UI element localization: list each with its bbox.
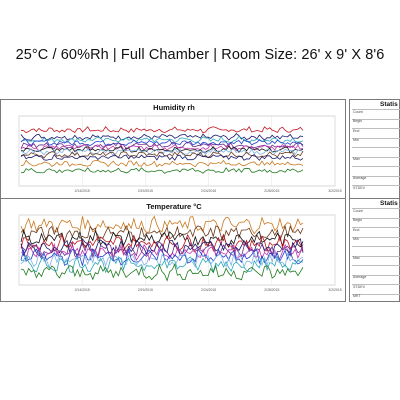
x-tick-label: 2/19/2015 <box>138 189 153 193</box>
x-tick-label: 2/24/2015 <box>201 288 216 292</box>
stats-row-label: MKT <box>353 294 361 298</box>
stats-row-divider <box>352 137 400 139</box>
stats-title: Statis <box>380 101 398 108</box>
stats-row-label: Max <box>353 157 360 161</box>
x-tick-label: 2/14/2015 <box>75 189 90 193</box>
stats-row-label: End <box>353 128 360 133</box>
x-tick-label: 2/24/2015 <box>201 189 216 193</box>
stats-row-label: Min <box>353 138 359 142</box>
stats-row-divider <box>352 166 400 167</box>
stats-panel-humidity: Statis Count Begin End Min Max Average STDEV <box>349 99 400 203</box>
stats-row-divider <box>352 265 400 266</box>
stats-row-label: Begin <box>353 218 363 222</box>
stats-row-label: Count <box>353 109 363 114</box>
temperature-chart-panel: Temperature °C 2/14/2015 2/19/2015 2/24/20… <box>0 198 346 302</box>
stats-row-label: Max <box>353 256 360 260</box>
x-tick-label: 2/14/2015 <box>75 288 90 292</box>
x-tick-label: 2/28/2015 <box>264 288 279 292</box>
stats-row-divider <box>352 246 400 247</box>
stats-panel-temperature: Statis Count Begin End Min Max Average STDEV MK… <box>349 198 400 302</box>
stats-row-label: STDEV <box>353 185 365 190</box>
x-tick-label: 2/19/2015 <box>138 288 153 292</box>
stats-row-label: Begin <box>353 119 363 123</box>
stats-title: Statis <box>380 200 398 207</box>
stats-row-divider <box>352 147 400 148</box>
stats-row-label: STDEV <box>353 284 365 289</box>
x-tick-label: 2/28/2015 <box>264 189 279 193</box>
stats-row-label: Min <box>353 237 359 241</box>
stats-row-label: Average <box>353 275 367 279</box>
stats-row-label: Average <box>353 176 367 180</box>
humidity-chart-panel: Humidity rh 2/14/2015 2/19/2015 2/24/2015 2… <box>0 99 346 203</box>
temperature-chart: 2/14/2015 2/19/2015 2/24/2015 2/28/2015 3/2/… <box>18 214 342 292</box>
x-tick-label: 3/2/2015 <box>328 288 341 292</box>
page-title: 25°C / 60%Rh | Full Chamber | Room Size:… <box>15 47 385 63</box>
humidity-chart: 2/14/2015 2/19/2015 2/24/2015 2/28/2015 3/2/… <box>18 115 342 193</box>
stats-row-divider <box>352 236 400 238</box>
stats-row-label: Count <box>353 208 363 213</box>
stats-row-label: End <box>353 227 360 232</box>
x-tick-label: 3/2/2015 <box>328 189 341 193</box>
